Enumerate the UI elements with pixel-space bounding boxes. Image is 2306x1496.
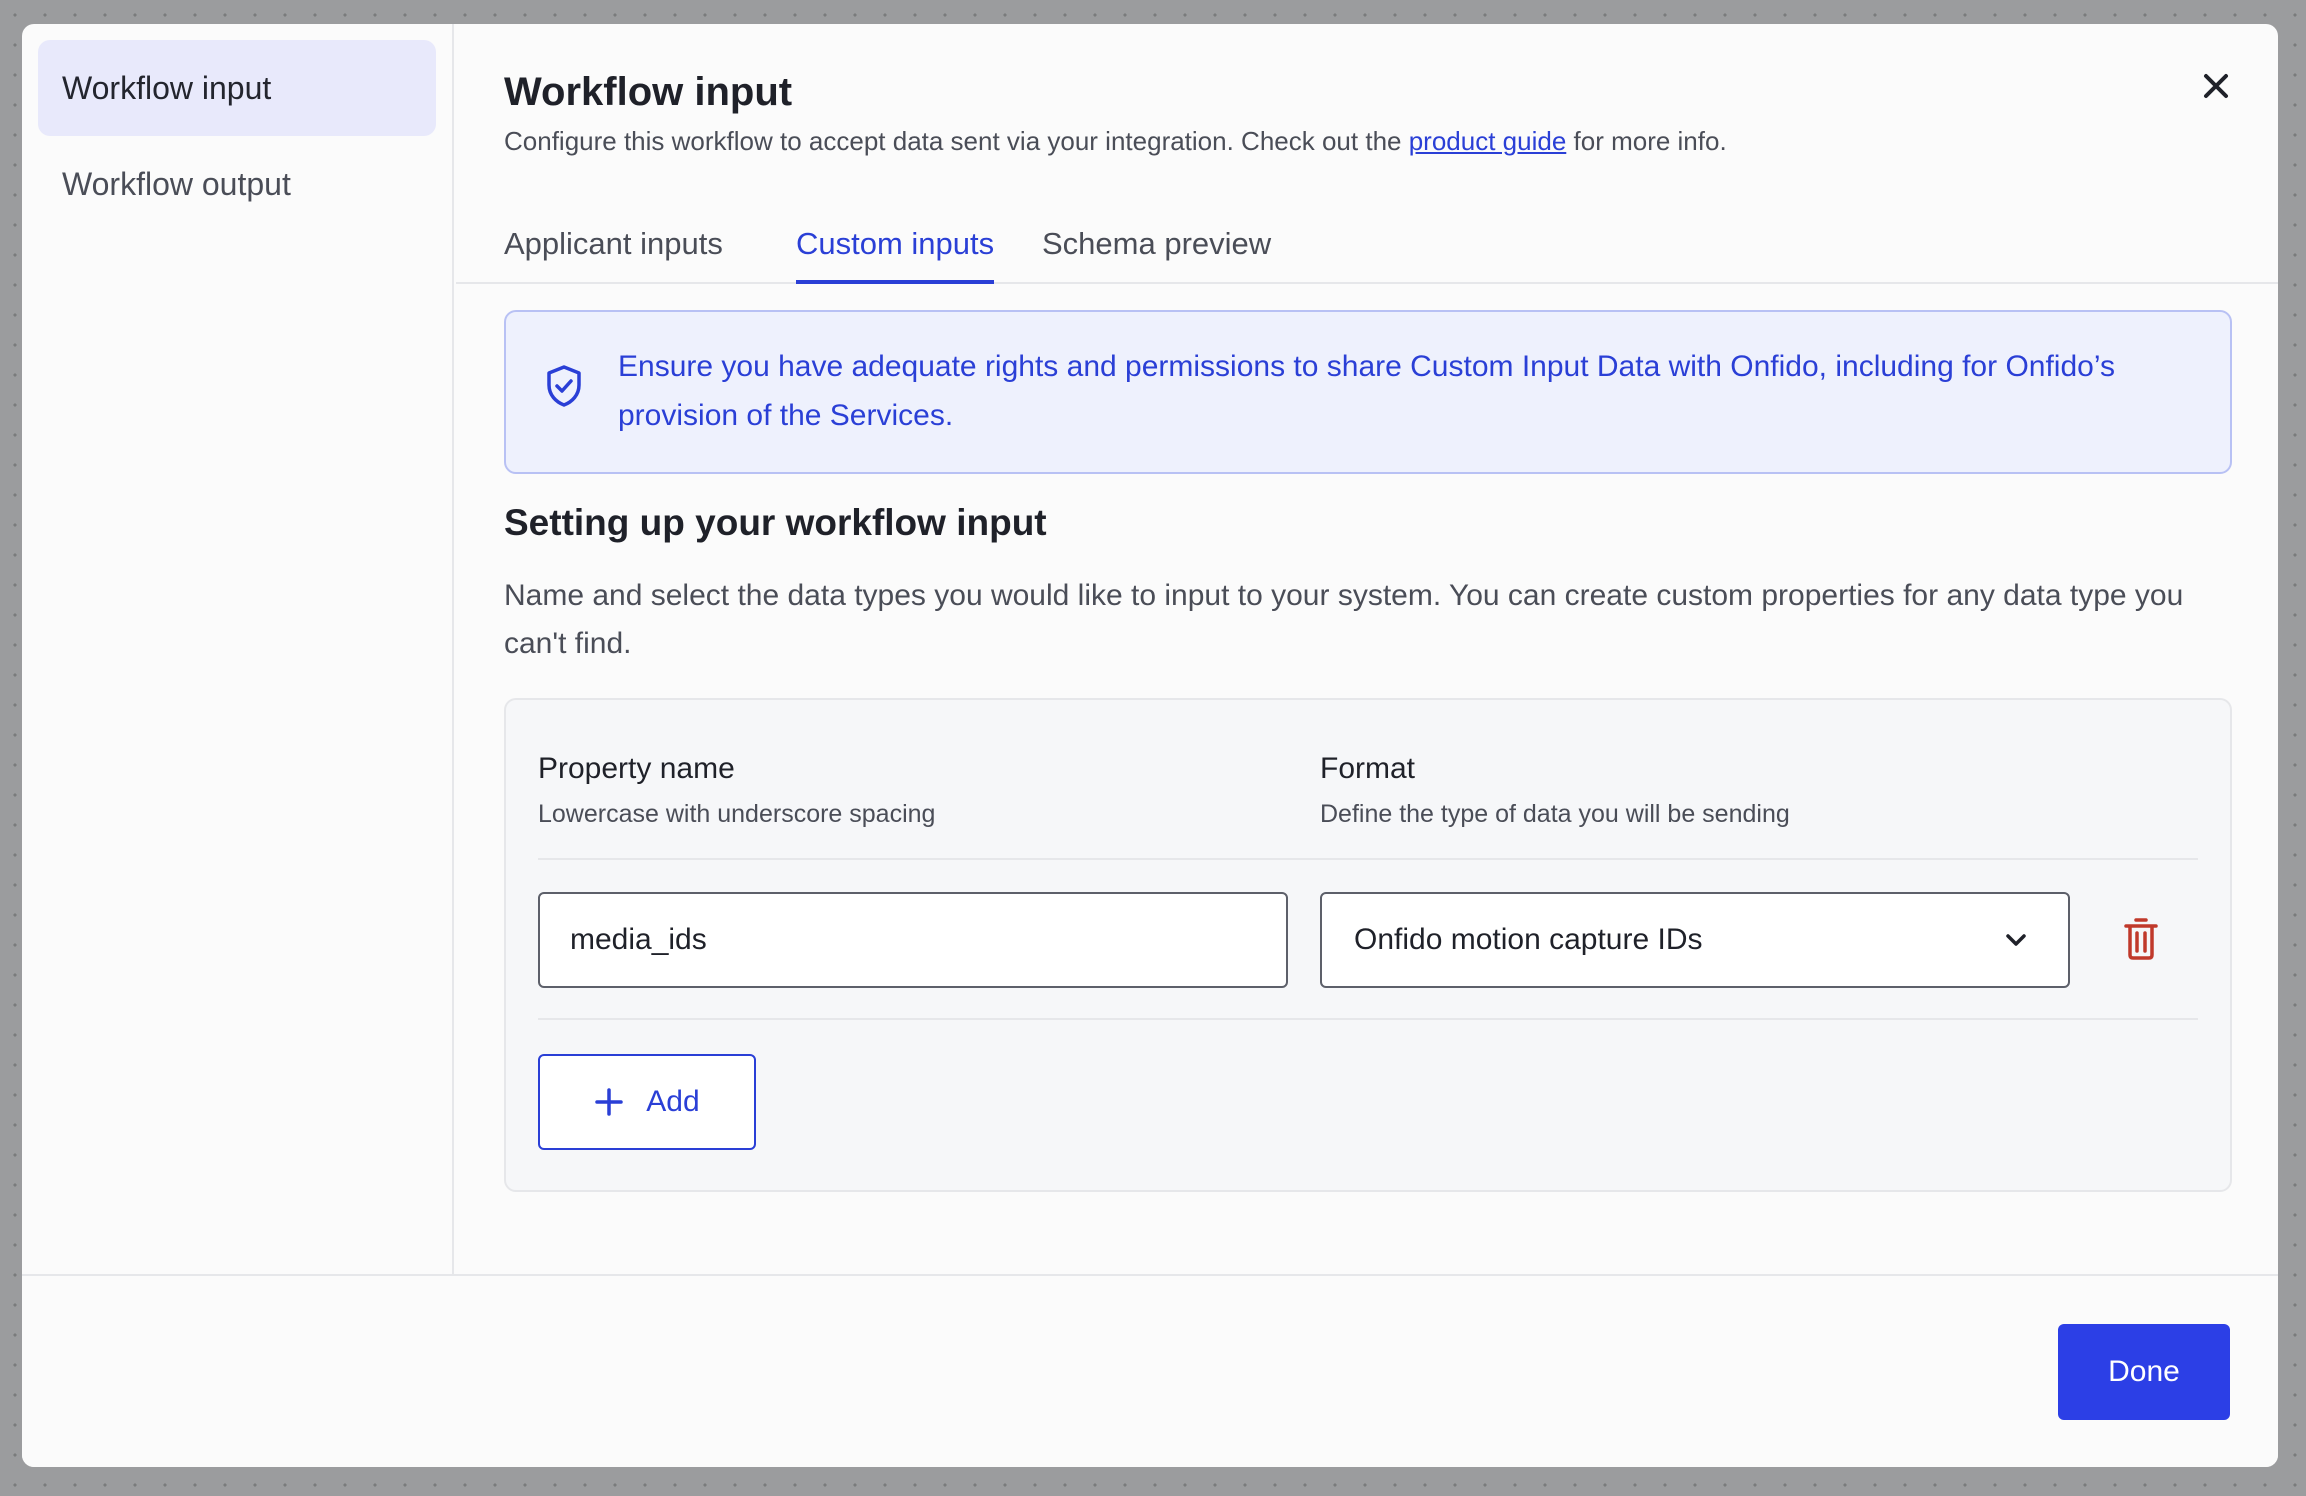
- page-subtitle: Configure this workflow to accept data s…: [504, 126, 1727, 157]
- format-header: Format: [1320, 752, 1416, 785]
- sidebar-item-label: Workflow input: [62, 69, 272, 106]
- custom-inputs-card: Property name Lowercase with underscore …: [504, 698, 2232, 1192]
- modal-main: Workflow input Configure this workflow t…: [456, 24, 2278, 1274]
- tab-applicant-inputs[interactable]: Applicant inputs: [504, 226, 723, 280]
- permissions-notice: Ensure you have adequate rights and perm…: [504, 310, 2232, 474]
- modal-sidebar: Workflow input Workflow output: [22, 24, 454, 1274]
- property-name-input[interactable]: media_ids: [538, 892, 1288, 988]
- tab-bar: Applicant inputs Custom inputs Schema pr…: [456, 202, 2278, 284]
- add-label: Add: [646, 1085, 700, 1118]
- sidebar-item-workflow-output[interactable]: Workflow output: [38, 136, 436, 232]
- workflow-input-modal: Workflow input Workflow output Workflow …: [22, 24, 2278, 1467]
- subtitle-text-end: for more info.: [1566, 126, 1727, 156]
- subtitle-text: Configure this workflow to accept data s…: [504, 126, 1409, 156]
- modal-footer: Done: [22, 1274, 2278, 1467]
- trash-icon: [2124, 918, 2158, 960]
- add-property-button[interactable]: Add: [538, 1054, 756, 1150]
- plus-icon: [595, 1088, 624, 1116]
- notice-text: Ensure you have adequate rights and perm…: [618, 350, 2115, 432]
- page-title: Workflow input: [504, 70, 793, 114]
- done-button[interactable]: Done: [2058, 1324, 2230, 1420]
- tab-custom-inputs[interactable]: Custom inputs: [796, 226, 995, 284]
- header-divider: [538, 858, 2198, 860]
- close-button[interactable]: [2192, 62, 2240, 110]
- format-value: Onfido motion capture IDs: [1354, 923, 1703, 956]
- chevron-down-icon: [2006, 934, 2026, 946]
- property-name-value: media_ids: [570, 923, 707, 956]
- section-description: Name and select the data types you would…: [504, 579, 2184, 660]
- shield-check-icon: [547, 365, 581, 407]
- section-heading: Setting up your workflow input: [504, 502, 1047, 543]
- tab-schema-preview[interactable]: Schema preview: [1042, 226, 1271, 280]
- row-divider: [538, 1018, 2198, 1020]
- product-guide-link[interactable]: product guide: [1409, 126, 1567, 156]
- property-name-header: Property name: [538, 752, 735, 785]
- sidebar-item-workflow-input[interactable]: Workflow input: [38, 40, 436, 136]
- done-label: Done: [2108, 1355, 2180, 1388]
- sidebar-item-label: Workflow output: [62, 165, 291, 202]
- format-hint: Define the type of data you will be send…: [1320, 800, 1790, 828]
- property-name-hint: Lowercase with underscore spacing: [538, 800, 936, 828]
- format-select[interactable]: Onfido motion capture IDs: [1320, 892, 2070, 988]
- close-icon: [2204, 74, 2228, 98]
- delete-row-button[interactable]: [2124, 918, 2158, 965]
